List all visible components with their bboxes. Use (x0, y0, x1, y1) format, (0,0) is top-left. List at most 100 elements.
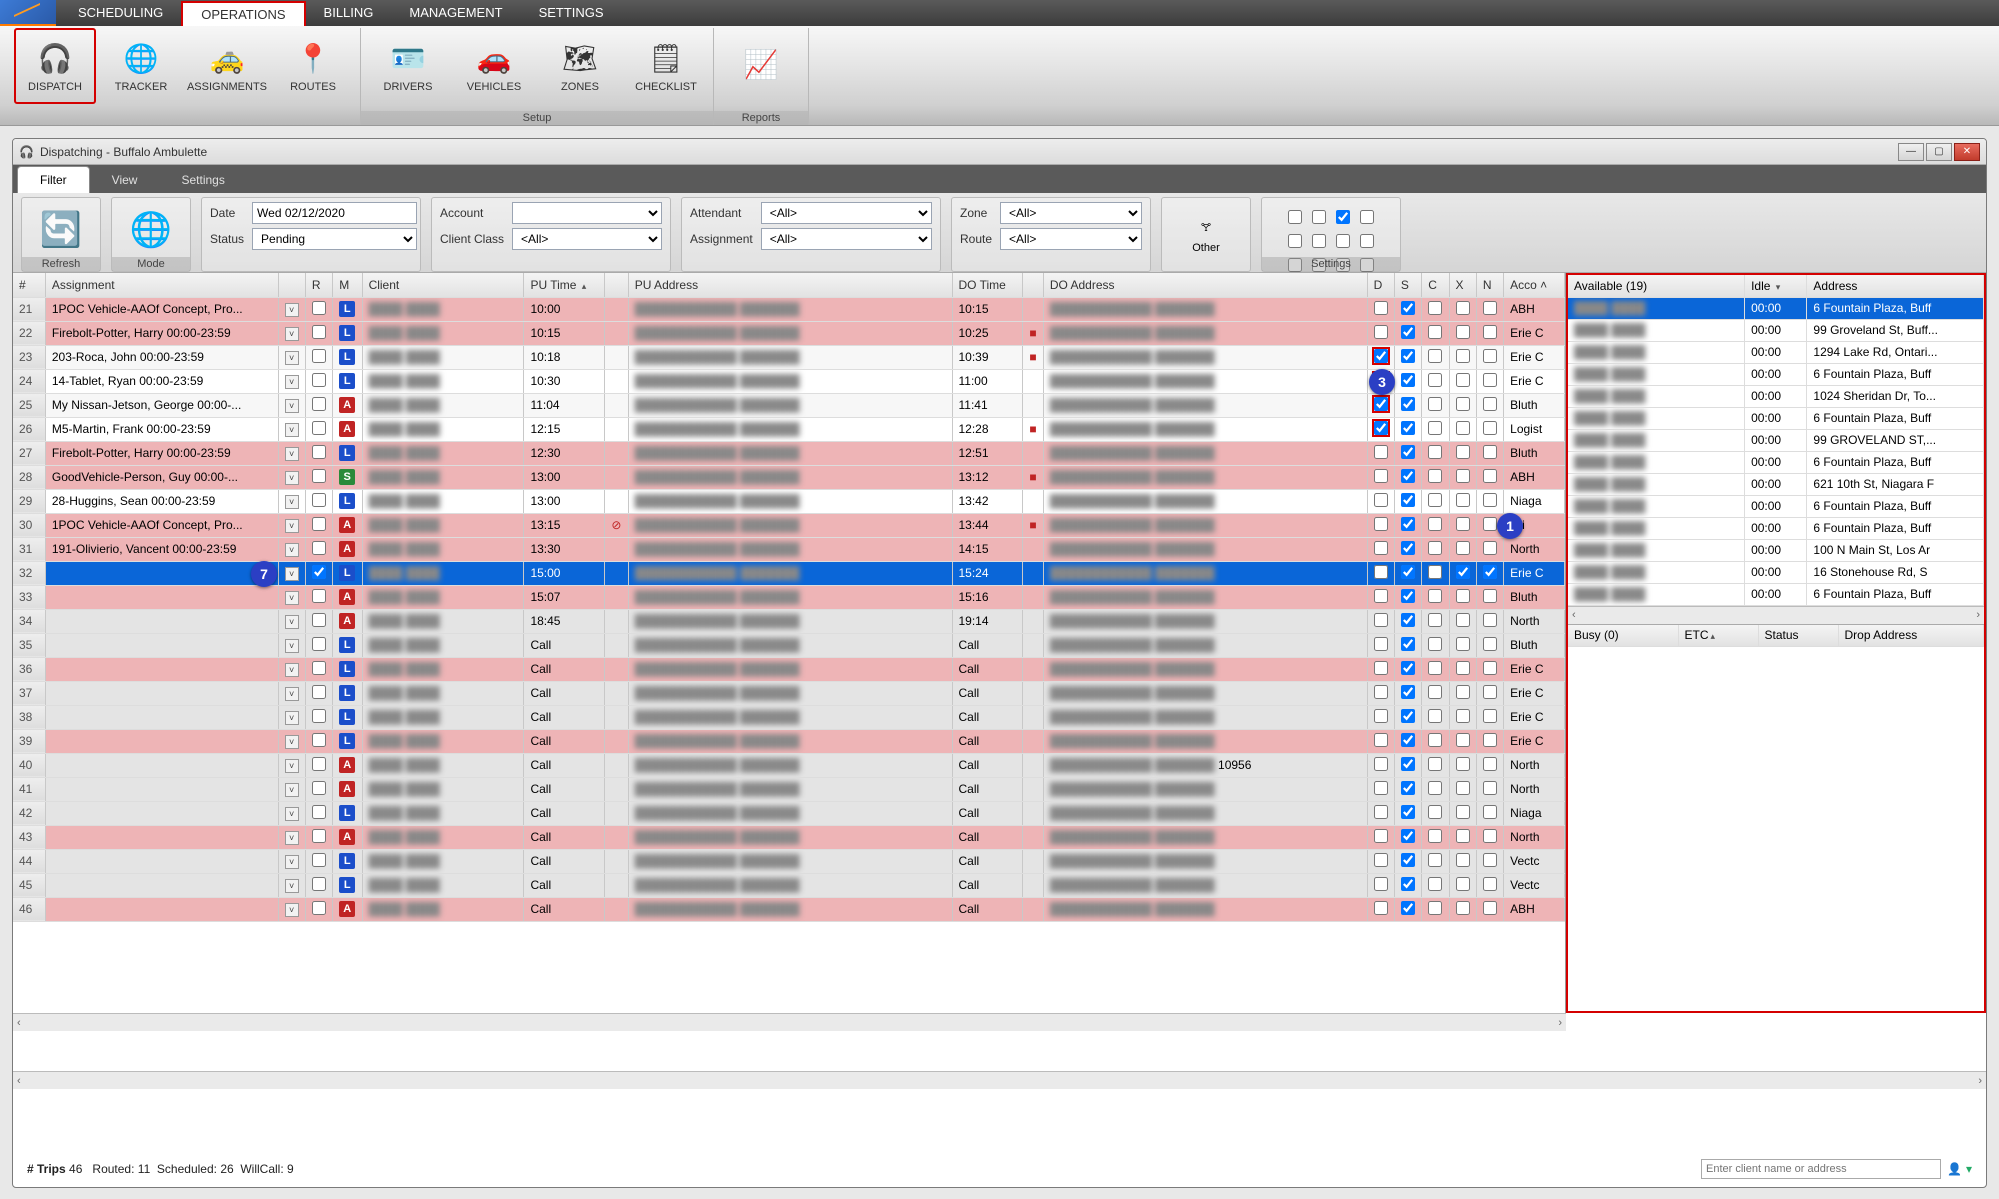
flag-check[interactable] (1428, 757, 1442, 771)
table-row[interactable]: 39˅L████ ████Call████████████ ███████Cal… (13, 729, 1565, 753)
table-row[interactable]: 34˅A████ ████18:45████████████ ███████19… (13, 609, 1565, 633)
table-row[interactable]: 44˅L████ ████Call████████████ ███████Cal… (13, 849, 1565, 873)
flag-check[interactable] (1456, 301, 1470, 315)
col-d[interactable]: D (1367, 273, 1394, 297)
available-row[interactable]: ████ ████00:001294 Lake Rd, Ontari... (1568, 341, 1984, 363)
flag-check[interactable] (1483, 613, 1497, 627)
flag-check[interactable] (1483, 349, 1497, 363)
flag-check[interactable] (1401, 829, 1415, 843)
minimize-button[interactable]: — (1898, 143, 1924, 161)
table-row[interactable]: 26M5-Martin, Frank 00:00-23:59˅A████ ███… (13, 417, 1565, 441)
flag-check[interactable] (1456, 733, 1470, 747)
r-check[interactable] (312, 901, 326, 915)
flag-check[interactable] (1483, 301, 1497, 315)
row-expand-icon[interactable]: ˅ (285, 615, 299, 629)
table-row[interactable]: 41˅A████ ████Call████████████ ███████Cal… (13, 777, 1565, 801)
row-expand-icon[interactable]: ˅ (285, 471, 299, 485)
flag-check[interactable] (1428, 493, 1442, 507)
r-check[interactable] (312, 541, 326, 555)
flag-check[interactable] (1456, 325, 1470, 339)
main-tab-settings[interactable]: SETTINGS (521, 1, 622, 26)
r-check[interactable] (312, 301, 326, 315)
flag-check[interactable] (1428, 517, 1442, 531)
flag-check[interactable] (1483, 589, 1497, 603)
flag-check[interactable] (1374, 853, 1388, 867)
drop-header[interactable]: Drop Address (1838, 625, 1984, 647)
filter-other[interactable]: 🝖 Other (1161, 197, 1251, 272)
row-expand-icon[interactable]: ˅ (285, 711, 299, 725)
available-hscroll[interactable]: ‹› (1568, 606, 1984, 624)
available-row[interactable]: ████ ████00:006 Fountain Plaza, Buff (1568, 363, 1984, 385)
flag-check[interactable] (1456, 493, 1470, 507)
flag-check[interactable] (1483, 877, 1497, 891)
row-expand-icon[interactable]: ˅ (285, 543, 299, 557)
settings-check-5[interactable] (1312, 234, 1326, 248)
close-button[interactable]: ✕ (1954, 143, 1980, 161)
col-n[interactable]: N (1476, 273, 1503, 297)
col-s[interactable]: S (1394, 273, 1421, 297)
col-dotime[interactable]: DO Time (952, 273, 1023, 297)
zone-select[interactable]: <All> (1000, 202, 1142, 224)
flag-check[interactable] (1483, 829, 1497, 843)
flag-check[interactable] (1374, 421, 1388, 435)
col-client[interactable]: Client (362, 273, 524, 297)
flag-check[interactable] (1401, 781, 1415, 795)
flag-check[interactable] (1374, 685, 1388, 699)
flag-check[interactable] (1374, 637, 1388, 651)
flag-check[interactable] (1483, 565, 1497, 579)
row-expand-icon[interactable]: ˅ (285, 879, 299, 893)
flag-check[interactable] (1401, 733, 1415, 747)
table-row[interactable]: 2414-Tablet, Ryan 00:00-23:59˅L████ ████… (13, 369, 1565, 393)
flag-check[interactable] (1428, 325, 1442, 339)
col-r[interactable]: R (305, 273, 332, 297)
r-check[interactable] (312, 349, 326, 363)
available-row[interactable]: ████ ████00:006 Fountain Plaza, Buff (1568, 583, 1984, 605)
flag-check[interactable] (1401, 493, 1415, 507)
flag-check[interactable] (1456, 877, 1470, 891)
maximize-button[interactable]: ▢ (1926, 143, 1952, 161)
flag-check[interactable] (1401, 661, 1415, 675)
flag-check[interactable] (1483, 709, 1497, 723)
row-expand-icon[interactable]: ˅ (285, 855, 299, 869)
table-row[interactable]: 37˅L████ ████Call████████████ ███████Cal… (13, 681, 1565, 705)
trips-grid[interactable]: #AssignmentRMClientPU Time PU AddressDO … (13, 273, 1566, 1013)
table-row[interactable]: 28GoodVehicle-Person, Guy 00:00-...˅S███… (13, 465, 1565, 489)
row-expand-icon[interactable]: ˅ (285, 783, 299, 797)
row-expand-icon[interactable]: ˅ (285, 759, 299, 773)
flag-check[interactable] (1483, 517, 1497, 531)
available-row[interactable]: ████ ████00:0099 Groveland St, Buff... (1568, 319, 1984, 341)
flag-check[interactable] (1401, 805, 1415, 819)
available-row[interactable]: ████ ████00:006 Fountain Plaza, Buff (1568, 407, 1984, 429)
view-tab-filter[interactable]: Filter (17, 166, 90, 193)
flag-check[interactable] (1456, 685, 1470, 699)
table-row[interactable]: 31191-Olivierio, Vancent 00:00-23:59˅A██… (13, 537, 1565, 561)
row-expand-icon[interactable]: ˅ (285, 663, 299, 677)
etc-header[interactable]: ETC (1678, 625, 1758, 647)
r-check[interactable] (312, 661, 326, 675)
flag-check[interactable] (1401, 397, 1415, 411)
r-check[interactable] (312, 493, 326, 507)
ribbon-assignments-button[interactable]: 🚕ASSIGNMENTS (186, 28, 268, 104)
row-expand-icon[interactable]: ˅ (285, 327, 299, 341)
flag-check[interactable] (1401, 541, 1415, 555)
col-putimespanclasstriupspan[interactable]: PU Time (524, 273, 605, 297)
row-expand-icon[interactable]: ˅ (285, 591, 299, 605)
flag-check[interactable] (1428, 877, 1442, 891)
flag-check[interactable] (1428, 829, 1442, 843)
available-table[interactable]: Available (19)Idle Address████ ████00:00… (1568, 275, 1984, 606)
flag-check[interactable] (1401, 349, 1415, 363)
flag-check[interactable] (1428, 661, 1442, 675)
col-c[interactable]: C (1422, 273, 1449, 297)
col-[interactable]: # (13, 273, 45, 297)
flag-check[interactable] (1428, 709, 1442, 723)
row-expand-icon[interactable]: ˅ (285, 519, 299, 533)
flag-check[interactable] (1456, 901, 1470, 915)
flag-check[interactable] (1374, 877, 1388, 891)
flag-check[interactable] (1483, 733, 1497, 747)
flag-check[interactable] (1401, 325, 1415, 339)
flag-check[interactable] (1374, 901, 1388, 915)
view-tab-view[interactable]: View (90, 167, 160, 193)
flag-check[interactable] (1456, 517, 1470, 531)
r-check[interactable] (312, 829, 326, 843)
flag-check[interactable] (1374, 589, 1388, 603)
